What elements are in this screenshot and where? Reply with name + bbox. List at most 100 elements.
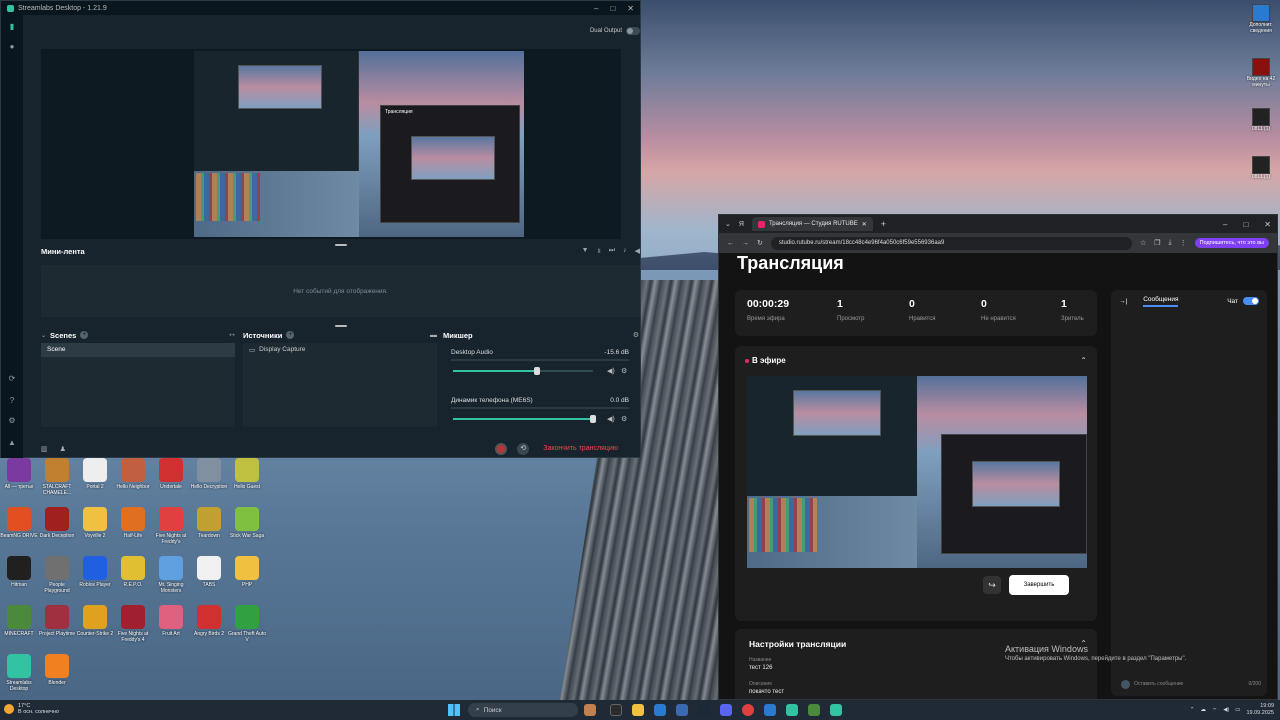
pause-icon[interactable]: ॥ [597, 247, 601, 256]
volume-slider[interactable] [453, 367, 593, 375]
collections-icon[interactable]: ❐ [1154, 239, 1160, 247]
desktop-icon[interactable]: Streamlabs Desktop [0, 654, 38, 702]
weather-widget[interactable]: 17°C В осн. солнечно [4, 703, 59, 715]
reload-icon[interactable]: ↻ [757, 239, 763, 247]
desktop-icon[interactable]: Project Playtime [38, 605, 76, 653]
desktop-icon[interactable]: Five Nights at Freddy's [152, 507, 190, 555]
close-icon[interactable]: ✕ [627, 4, 634, 13]
finish-stream-button[interactable]: Завершить [1009, 575, 1069, 595]
settings-gear-icon[interactable]: ⚙ [8, 417, 16, 425]
live-video-preview[interactable] [747, 376, 1087, 568]
onedrive-icon[interactable]: ☁ [1201, 707, 1207, 713]
edge-icon[interactable] [654, 704, 666, 716]
tab-close-icon[interactable]: ✕ [862, 221, 867, 228]
desktop-icon[interactable]: Fruit Art [152, 605, 190, 653]
task-view-icon[interactable] [610, 704, 622, 716]
source-folder-icon[interactable]: ▬ [430, 332, 437, 339]
url-input[interactable]: studio.rutube.ru/stream/18cc48c4e96f4a05… [770, 236, 1132, 250]
desktop-icon[interactable]: 0811 (1) [1244, 108, 1278, 148]
minimize-icon[interactable]: – [1223, 220, 1227, 229]
browser-tab[interactable]: Трансляция — Студия RUTUBE ✕ [751, 217, 873, 231]
track-gear-icon[interactable]: ⚙ [621, 367, 627, 375]
add-scene-icon[interactable]: + [80, 331, 89, 339]
notifications-icon[interactable]: ♟ [60, 445, 66, 453]
download-icon[interactable]: ⤓ [1169, 239, 1172, 247]
maximize-icon[interactable]: □ [1243, 220, 1248, 229]
chat-input[interactable]: Оставить сообщение 0/200 [1121, 678, 1261, 690]
help-icon[interactable]: ? [8, 397, 16, 405]
desktop-icon[interactable]: Blender [38, 654, 76, 702]
taskview-icon[interactable] [584, 704, 596, 716]
desktop-icon[interactable]: Hello Decryption [190, 458, 228, 506]
chat-toggle[interactable] [1243, 297, 1259, 305]
speaker-icon[interactable]: ◀) [607, 415, 615, 423]
dual-output-toggle[interactable]: Dual Output [590, 27, 640, 35]
chevron-up-icon[interactable]: ⌃ [1080, 356, 1087, 365]
desktop-icon[interactable]: People Playground [38, 556, 76, 604]
desktop-icon[interactable]: Portal 2 [76, 458, 114, 506]
themes-icon[interactable]: ● [8, 43, 16, 51]
discord-icon[interactable] [720, 704, 732, 716]
desktop-icon[interactable]: Dark Deception [38, 507, 76, 555]
new-tab-icon[interactable]: + [881, 219, 886, 229]
track-gear-icon[interactable]: ⚙ [621, 415, 627, 423]
desktop-icon[interactable]: Mr. Singing Monsters [152, 556, 190, 604]
battery-icon[interactable]: ▭ [1235, 707, 1240, 713]
end-stream-button[interactable]: Закончить трансляцию [539, 443, 622, 454]
clock[interactable]: 19:09 19.09.2025 [1246, 703, 1274, 717]
desktop-icon[interactable]: Дополнит. сведения [1244, 4, 1278, 44]
desktop-icon[interactable]: Grand Theft Auto V [228, 605, 266, 653]
volume-knob[interactable] [534, 367, 540, 375]
file-explorer-icon[interactable] [632, 704, 644, 716]
messages-tab[interactable]: Сообщения [1143, 296, 1179, 307]
desktop-icon[interactable]: PHP [228, 556, 266, 604]
performance-icon[interactable]: ▥ [41, 445, 48, 453]
dual-output-switch[interactable] [626, 27, 640, 35]
share-button[interactable]: ↪ [983, 576, 1001, 594]
close-icon[interactable]: ✕ [1264, 220, 1271, 229]
minimize-icon[interactable]: – [594, 4, 598, 13]
yandex-browser-icon[interactable] [742, 704, 754, 716]
editor-icon[interactable]: ▮ [8, 23, 16, 31]
desktop-icon[interactable]: Hello Neighbor [114, 458, 152, 506]
desktop-icon[interactable]: Undertale [152, 458, 190, 506]
steam-icon[interactable] [698, 704, 710, 716]
volume-slider[interactable] [453, 415, 596, 423]
streamlabs-taskbar-icon[interactable] [830, 704, 842, 716]
tab-search-icon[interactable]: ⌄ [725, 220, 731, 228]
desktop-icon[interactable]: Angry Birds 2 [190, 605, 228, 653]
tray-chevron-icon[interactable]: ⌃ [1190, 707, 1195, 713]
desktop-icon[interactable]: TABS [190, 556, 228, 604]
bookmark-star-icon[interactable]: ☆ [1140, 239, 1146, 247]
desktop-icon[interactable]: Hello Guest [228, 458, 266, 506]
store-icon[interactable] [676, 704, 688, 716]
taskbar-search[interactable]: ⌕ Поиск [468, 703, 578, 717]
preview-resize-handle[interactable] [335, 244, 347, 246]
subscribe-extension-button[interactable]: Подпишитесь, что это вы [1194, 238, 1269, 248]
skip-icon[interactable]: ⏭ [609, 247, 615, 256]
forward-icon[interactable]: → [742, 240, 749, 247]
streamlabs-titlebar[interactable]: Streamlabs Desktop - 1.21.9 – □ ✕ [1, 1, 640, 15]
app-icon[interactable] [786, 704, 798, 716]
collapse-icon[interactable]: ⌄ [41, 332, 46, 339]
scene-item[interactable]: Scene [41, 343, 235, 357]
stream-preview[interactable]: Трансляция [41, 49, 621, 239]
desktop-icon[interactable]: Voyville 2 [76, 507, 114, 555]
minecraft-icon[interactable] [808, 704, 820, 716]
desktop-icon[interactable]: R.E.P.O. [114, 556, 152, 604]
mute-notifications-icon[interactable]: ♪ [623, 247, 627, 256]
desktop-icon[interactable]: Half-Life [114, 507, 152, 555]
yandex-icon[interactable]: Я [739, 221, 744, 228]
back-icon[interactable]: ← [727, 240, 734, 247]
volume-tray-icon[interactable]: ◀) [1223, 707, 1229, 713]
app-icon[interactable] [764, 704, 776, 716]
desktop-icon[interactable]: 0811 (1) [1244, 156, 1278, 196]
filter-icon[interactable]: ▼ [582, 247, 589, 256]
mixer-settings-icon[interactable]: ⚙ [633, 331, 639, 339]
desktop-icon[interactable]: STALCRAFT CHAMELE... [38, 458, 76, 506]
replay-buffer-icon[interactable]: ⟲ [517, 442, 530, 455]
desktop-icon[interactable]: BeamNG DRIVE [0, 507, 38, 555]
collapse-chat-icon[interactable]: →| [1119, 298, 1127, 305]
studio-mode-icon[interactable]: ⟳ [8, 375, 16, 383]
desktop-icon[interactable]: Teardown [190, 507, 228, 555]
